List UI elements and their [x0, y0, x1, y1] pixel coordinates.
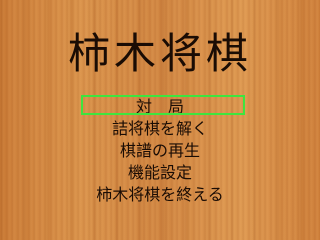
menu-item-settings[interactable]: 機能設定 — [0, 162, 320, 184]
menu-item-play[interactable]: 対 局 — [0, 96, 320, 118]
main-menu: 対 局 詰将棋を解く 棋譜の再生 機能設定 柿木将棋を終える — [0, 96, 320, 206]
menu-item-replay-kifu[interactable]: 棋譜の再生 — [0, 140, 320, 162]
menu-item-solve-tsume[interactable]: 詰将棋を解く — [0, 118, 320, 140]
title-screen: 柿木将棋 対 局 詰将棋を解く 棋譜の再生 機能設定 柿木将棋を終える — [0, 0, 320, 240]
app-title: 柿木将棋 — [67, 29, 252, 78]
menu-item-exit[interactable]: 柿木将棋を終える — [0, 184, 320, 206]
